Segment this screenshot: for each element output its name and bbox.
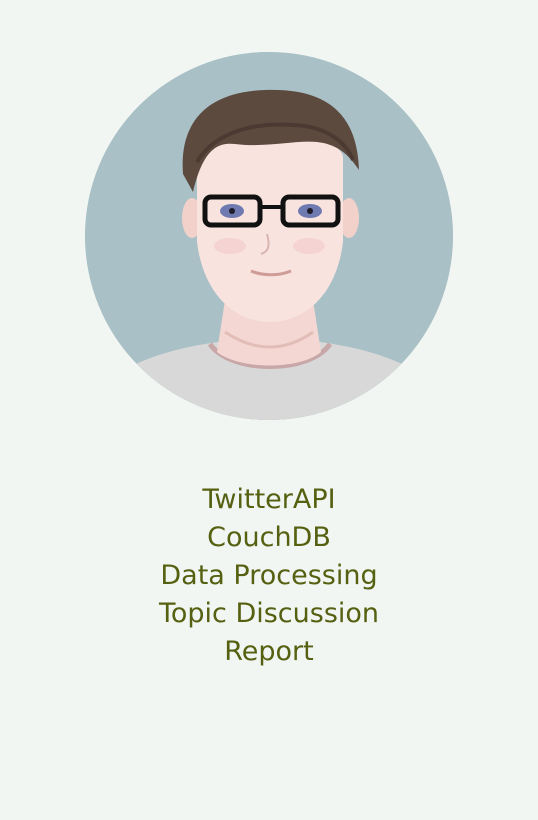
profile-avatar	[85, 52, 453, 420]
menu-item-topic-discussion[interactable]: Topic Discussion	[159, 595, 379, 633]
avatar-portrait-image	[85, 52, 453, 420]
main-menu: TwitterAPI CouchDB Data Processing Topic…	[0, 481, 538, 671]
menu-item-couchdb[interactable]: CouchDB	[207, 519, 331, 557]
menu-item-data-processing[interactable]: Data Processing	[160, 557, 377, 595]
menu-item-report[interactable]: Report	[224, 633, 314, 671]
menu-item-twitterapi[interactable]: TwitterAPI	[202, 481, 335, 519]
